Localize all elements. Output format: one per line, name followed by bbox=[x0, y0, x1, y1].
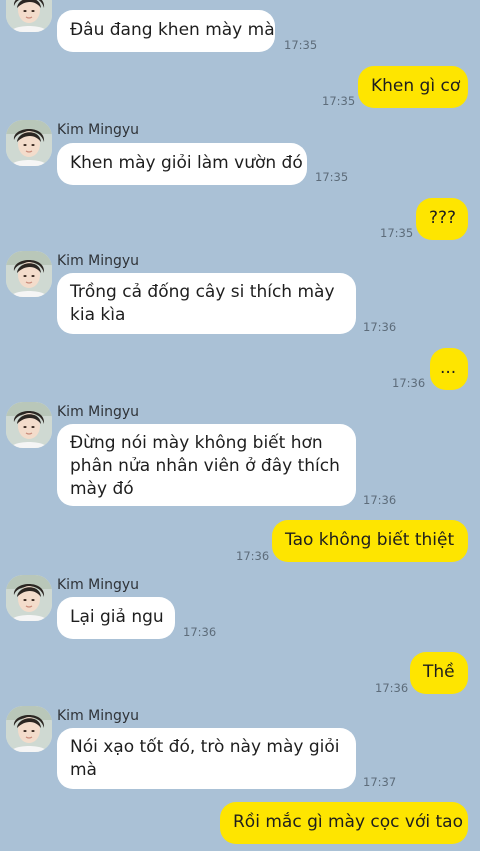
message-bubble-received[interactable]: Trồng cả đống cây si thích mày kia kìa bbox=[57, 273, 356, 334]
message-line: mà bbox=[70, 760, 97, 780]
message-time: 17:36 bbox=[183, 625, 217, 639]
message-text: Đâu đang khen mày mà bbox=[70, 20, 275, 40]
message-bubble-sent[interactable]: ??? bbox=[416, 198, 468, 240]
avatar[interactable] bbox=[6, 0, 52, 32]
message-time: 17:36 bbox=[363, 320, 397, 334]
message-text: Lại giả ngu bbox=[70, 607, 164, 627]
message-bubble-sent[interactable]: ... bbox=[430, 348, 468, 390]
avatar[interactable] bbox=[6, 706, 52, 752]
message-line: mày đó bbox=[70, 479, 134, 499]
message-bubble-sent[interactable]: Rồi mắc gì mày cọc với tao bbox=[220, 802, 468, 844]
message-bubble-received[interactable]: Nói xạo tốt đó, trò này mày giỏi mà bbox=[57, 728, 356, 789]
message-bubble-received[interactable]: Đâu đang khen mày mà bbox=[57, 10, 275, 52]
message-time: 17:35 bbox=[284, 38, 318, 52]
avatar[interactable] bbox=[6, 120, 52, 166]
message-text: ??? bbox=[429, 208, 457, 228]
message-bubble-received[interactable]: Khen mày giỏi làm vườn đó bbox=[57, 143, 307, 185]
sender-name: Kim Mingyu bbox=[57, 577, 140, 593]
message-time: 17:35 bbox=[380, 226, 414, 240]
message-bubble-sent[interactable]: Thề bbox=[410, 652, 468, 694]
message-bubble-sent[interactable]: Tao không biết thiệt bbox=[272, 520, 468, 562]
message-text: Khen gì cơ bbox=[371, 76, 461, 96]
message-text: Tao không biết thiệt bbox=[285, 530, 455, 550]
message-time: 17:35 bbox=[315, 170, 349, 184]
sender-name: Kim Mingyu bbox=[57, 404, 140, 420]
message-text: Khen mày giỏi làm vườn đó bbox=[70, 153, 303, 173]
message-time: 17:35 bbox=[322, 94, 356, 108]
avatar[interactable] bbox=[6, 402, 52, 448]
message-text: Thề bbox=[423, 662, 455, 682]
message-time: 17:36 bbox=[392, 376, 426, 390]
message-line: Trồng cả đống cây si thích mày bbox=[70, 282, 335, 302]
sender-name: Kim Mingyu bbox=[57, 122, 140, 138]
message-text: Rồi mắc gì mày cọc với tao bbox=[233, 812, 463, 832]
chat-area[interactable]: Đâu đang khen mày mà 17:35 17:35 Khen gì… bbox=[0, 0, 480, 851]
message-time: 17:36 bbox=[375, 681, 409, 695]
message-line: kia kìa bbox=[70, 305, 126, 325]
message-line: phân nửa nhân viên ở đây thích bbox=[70, 456, 340, 476]
message-time: 17:36 bbox=[236, 549, 270, 563]
avatar[interactable] bbox=[6, 575, 52, 621]
message-line: Nói xạo tốt đó, trò này mày giỏi bbox=[70, 737, 340, 757]
message-time: 17:37 bbox=[363, 775, 397, 789]
message-bubble-received[interactable]: Đừng nói mày không biết hơn phân nửa nhâ… bbox=[57, 424, 356, 506]
avatar[interactable] bbox=[6, 251, 52, 297]
message-bubble-sent[interactable]: Khen gì cơ bbox=[358, 66, 468, 108]
message-time: 17:36 bbox=[363, 493, 397, 507]
message-text: ... bbox=[440, 358, 457, 378]
message-line: Đừng nói mày không biết hơn bbox=[70, 433, 323, 453]
message-bubble-received[interactable]: Lại giả ngu bbox=[57, 597, 175, 639]
sender-name: Kim Mingyu bbox=[57, 253, 140, 269]
sender-name: Kim Mingyu bbox=[57, 708, 140, 724]
